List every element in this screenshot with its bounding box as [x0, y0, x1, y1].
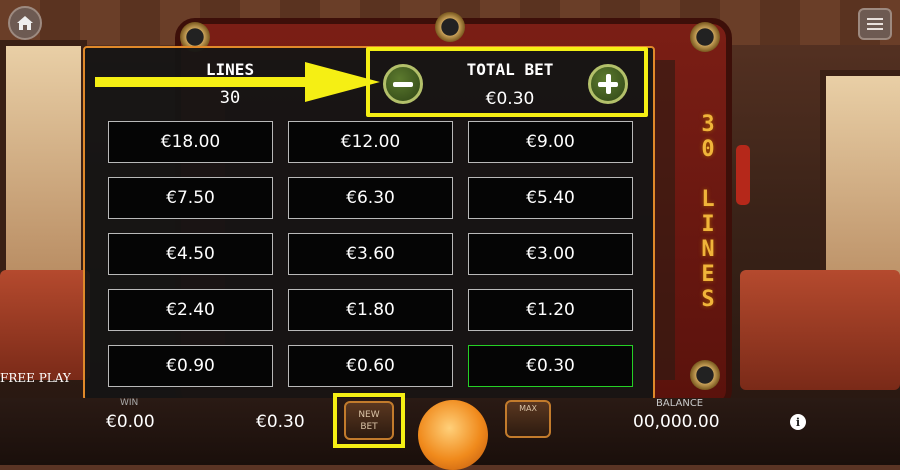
- win-label: WIN: [120, 398, 139, 408]
- bet-option-button[interactable]: €0.90: [108, 345, 273, 387]
- max-label: MAX: [519, 404, 537, 413]
- home-icon: [17, 16, 33, 30]
- win-value: €0.00: [106, 412, 155, 432]
- sofa-right: [740, 270, 900, 390]
- arrow-right-icon: [95, 62, 380, 102]
- total-bet-label: TOTAL BET: [466, 60, 554, 79]
- hamburger-menu-icon: [867, 18, 883, 20]
- bet-option-button[interactable]: €18.00: [108, 121, 273, 163]
- bet-option-button[interactable]: €0.30: [468, 345, 633, 387]
- balance-label: BALANCE: [656, 398, 704, 409]
- info-icon: i: [795, 415, 801, 429]
- info-button[interactable]: i: [790, 414, 806, 430]
- spin-button[interactable]: [418, 400, 488, 470]
- bet-option-button[interactable]: €1.80: [288, 289, 453, 331]
- bet-options-grid: €18.00 €12.00 €9.00 €7.50 €6.30 €5.40 €4.50 €3.…: [108, 121, 633, 387]
- menu-button[interactable]: [858, 8, 892, 40]
- balance-value: 00,000.00: [633, 412, 720, 432]
- fire-extinguisher: [736, 145, 750, 205]
- bet-option-button[interactable]: €0.60: [288, 345, 453, 387]
- pocket-icon: [435, 12, 465, 42]
- bet-value: €0.30: [256, 412, 305, 432]
- bet-option-button[interactable]: €1.20: [468, 289, 633, 331]
- home-button[interactable]: [8, 6, 42, 40]
- free-play-label: FREE PLAY: [0, 371, 71, 385]
- bet-option-button[interactable]: €5.40: [468, 177, 633, 219]
- decrease-bet-button[interactable]: [383, 64, 423, 104]
- bet-option-button[interactable]: €2.40: [108, 289, 273, 331]
- bet-option-button[interactable]: €12.00: [288, 121, 453, 163]
- new-bet-line2: BET: [360, 421, 378, 432]
- bet-option-button[interactable]: €9.00: [468, 121, 633, 163]
- minus-icon: [393, 81, 413, 87]
- window-right: [820, 70, 900, 302]
- bet-option-button[interactable]: €3.00: [468, 233, 633, 275]
- total-bet-value: €0.30: [485, 89, 535, 109]
- window-left: [0, 40, 87, 282]
- bet-option-button[interactable]: €7.50: [108, 177, 273, 219]
- increase-bet-button[interactable]: [588, 64, 628, 104]
- bet-option-button[interactable]: €3.60: [288, 233, 453, 275]
- sofa-left: [0, 270, 90, 380]
- pocket-icon: [690, 22, 720, 52]
- pocket-icon: [690, 360, 720, 390]
- max-bet-button[interactable]: MAX: [505, 400, 551, 438]
- new-bet-line1: NEW: [358, 409, 380, 420]
- new-bet-button[interactable]: NEW BET: [344, 401, 394, 440]
- side-lines-text: 30 LINES: [701, 112, 715, 312]
- bet-option-button[interactable]: €6.30: [288, 177, 453, 219]
- bet-option-button[interactable]: €4.50: [108, 233, 273, 275]
